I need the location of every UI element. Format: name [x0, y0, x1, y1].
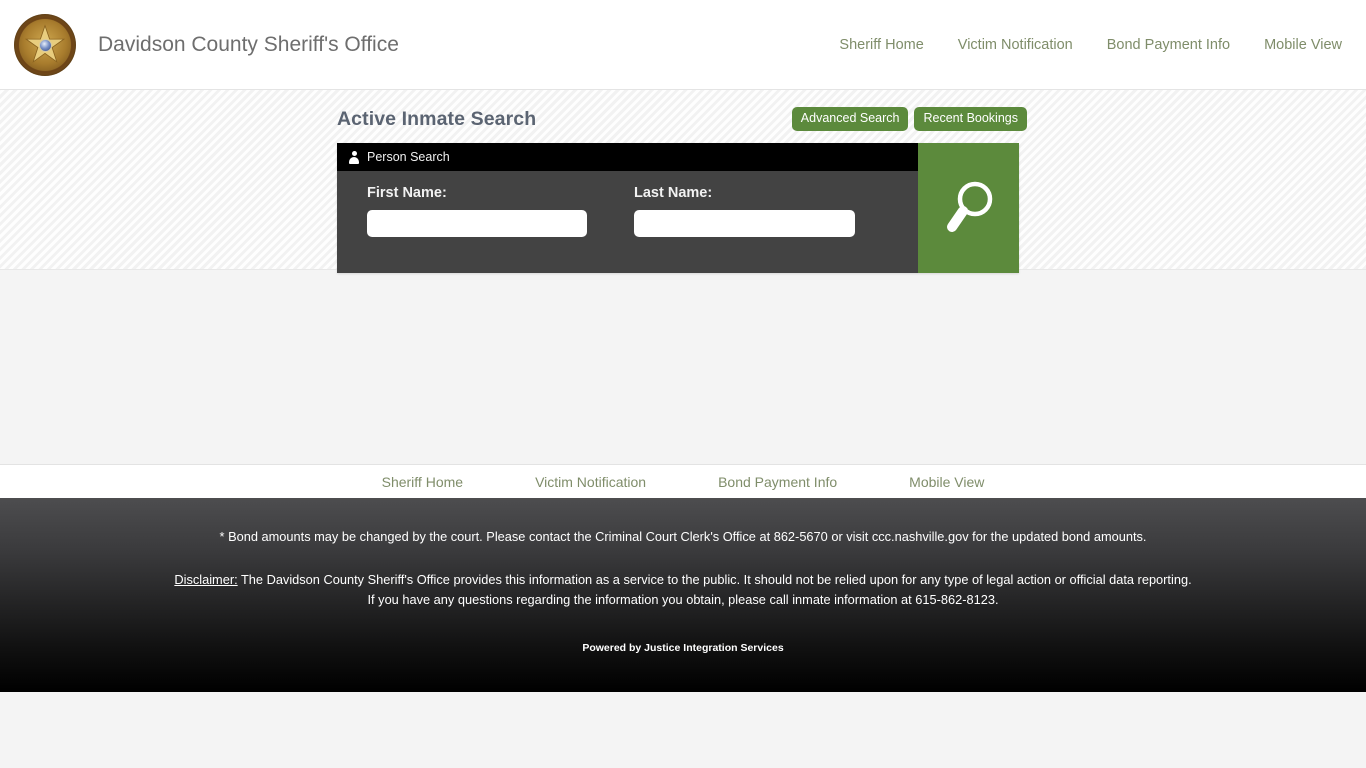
search-fields: Person Search First Name: Last Name:	[337, 143, 918, 273]
site-header: Davidson County Sheriff's Office Sheriff…	[0, 0, 1366, 90]
first-name-label: First Name:	[367, 185, 634, 201]
heading-buttons: Advanced Search Recent Bookings	[792, 107, 1027, 131]
footer-nav-link-sheriff-home[interactable]: Sheriff Home	[382, 474, 463, 490]
disclaimer-line-2: If you have any questions regarding the …	[368, 592, 999, 607]
advanced-search-button[interactable]: Advanced Search	[792, 107, 909, 131]
footer-disclaimer: * Bond amounts may be changed by the cou…	[0, 498, 1366, 692]
person-search-header: Person Search	[337, 143, 918, 171]
page-title: Active Inmate Search	[337, 108, 536, 131]
search-band: Active Inmate Search Advanced Search Rec…	[0, 90, 1366, 270]
bond-note: * Bond amounts may be changed by the cou…	[0, 528, 1366, 546]
first-name-input[interactable]	[367, 210, 587, 237]
footer-nav-link-victim-notification[interactable]: Victim Notification	[535, 474, 646, 490]
disclaimer-label: Disclaimer:	[174, 572, 237, 587]
search-fields-body: First Name: Last Name:	[337, 171, 918, 273]
badge-seal-icon	[39, 39, 52, 52]
powered-by: Powered by Justice Integration Services	[0, 642, 1366, 654]
nav-link-sheriff-home[interactable]: Sheriff Home	[839, 37, 923, 53]
last-name-group: Last Name:	[634, 185, 901, 273]
results-area	[0, 270, 1366, 465]
search-magnifier-icon	[942, 177, 996, 239]
first-name-group: First Name:	[367, 185, 634, 273]
brand-title: Davidson County Sheriff's Office	[98, 33, 399, 57]
footer-nav-link-mobile-view[interactable]: Mobile View	[909, 474, 984, 490]
brand[interactable]: Davidson County Sheriff's Office	[14, 14, 399, 76]
nav-link-victim-notification[interactable]: Victim Notification	[958, 37, 1073, 53]
sheriff-badge-icon	[14, 14, 76, 76]
disclaimer-block: Disclaimer: The Davidson County Sheriff'…	[0, 570, 1366, 610]
last-name-input[interactable]	[634, 210, 855, 237]
search-band-inner: Active Inmate Search Advanced Search Rec…	[337, 90, 1029, 273]
recent-bookings-button[interactable]: Recent Bookings	[914, 107, 1027, 131]
person-search-title: Person Search	[367, 150, 450, 164]
disclaimer-line-1: The Davidson County Sheriff's Office pro…	[238, 572, 1192, 587]
page-bottom-spacer	[0, 692, 1366, 768]
person-search-widget: Person Search First Name: Last Name:	[337, 143, 1019, 273]
search-submit-button[interactable]	[918, 143, 1019, 273]
footer-nav-link-bond-payment-info[interactable]: Bond Payment Info	[718, 474, 837, 490]
nav-link-mobile-view[interactable]: Mobile View	[1264, 37, 1342, 53]
panel-heading-row: Active Inmate Search Advanced Search Rec…	[337, 104, 1029, 134]
nav-link-bond-payment-info[interactable]: Bond Payment Info	[1107, 37, 1230, 53]
footer-nav: Sheriff Home Victim Notification Bond Pa…	[0, 465, 1366, 498]
person-icon	[349, 151, 359, 164]
main-nav: Sheriff Home Victim Notification Bond Pa…	[805, 37, 1342, 53]
last-name-label: Last Name:	[634, 185, 901, 201]
